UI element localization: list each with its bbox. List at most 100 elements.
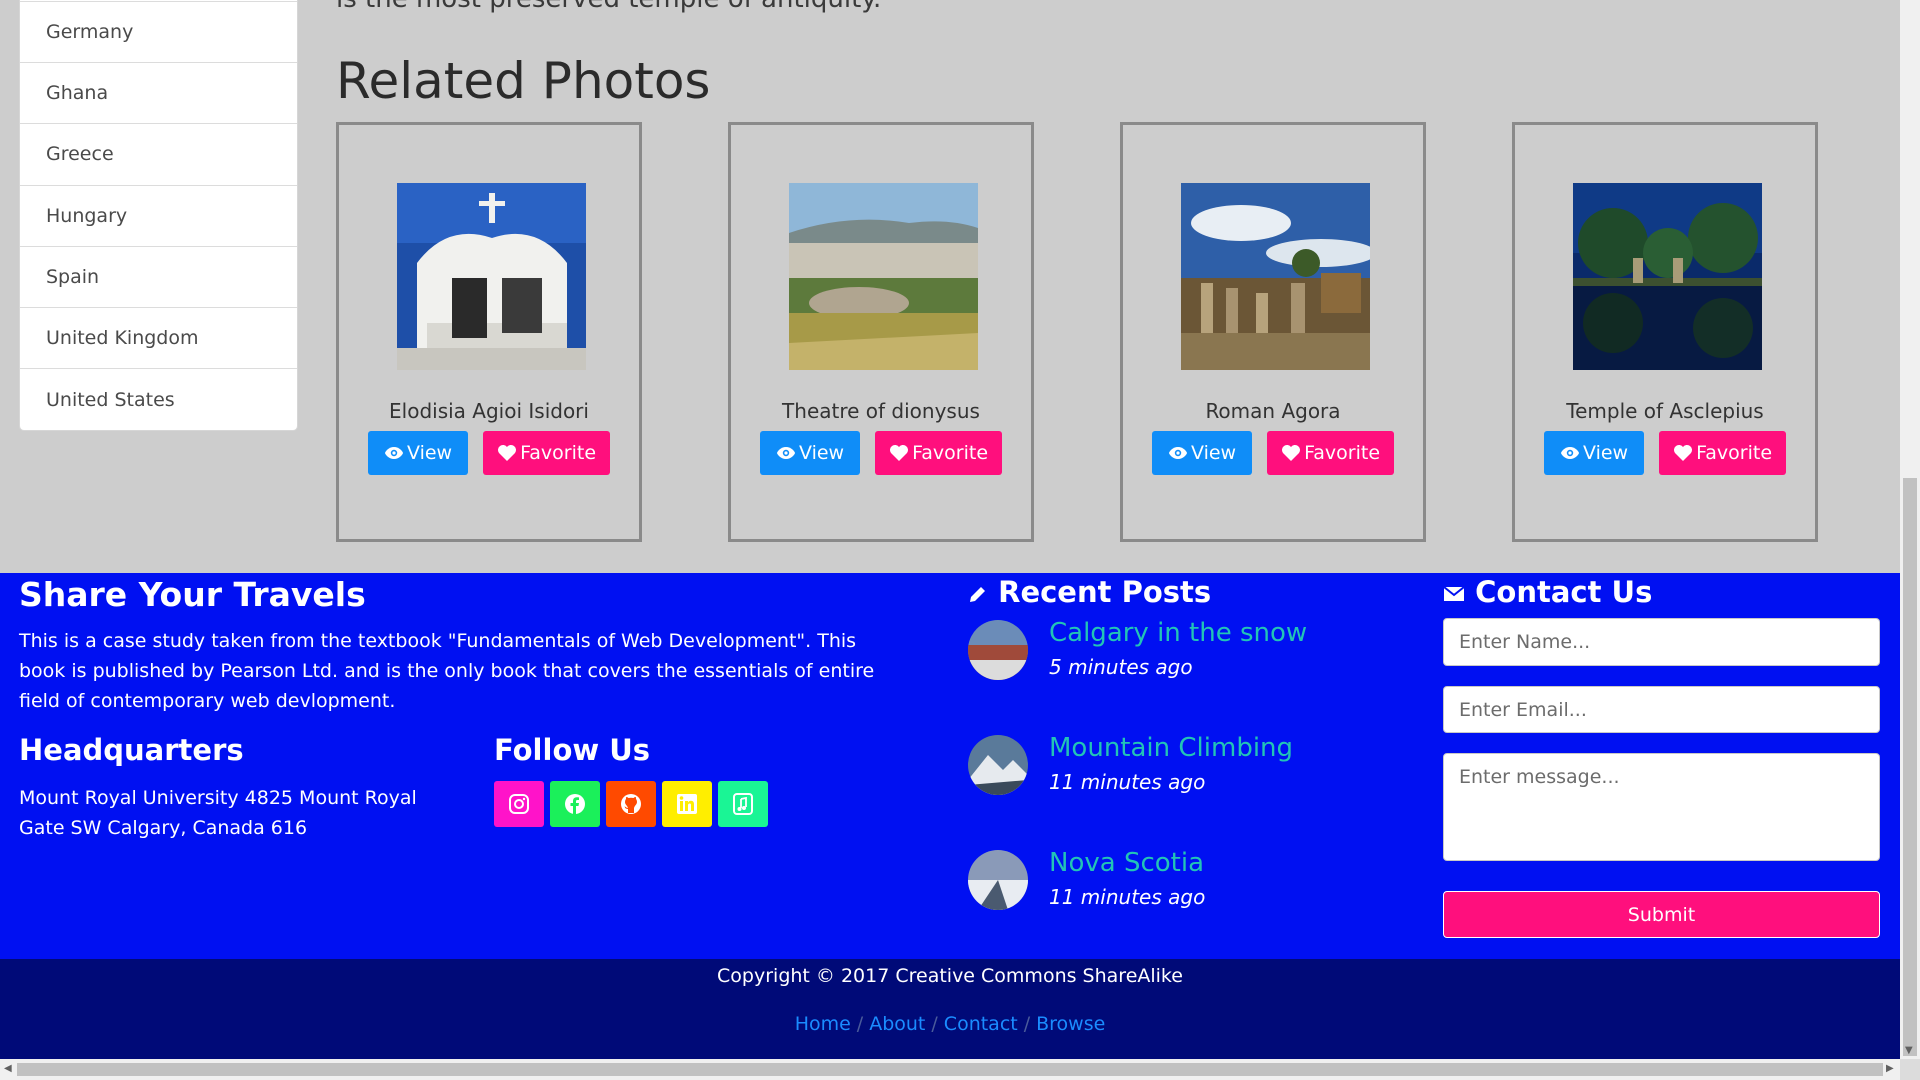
- scroll-down-icon[interactable]: ▼: [1905, 1045, 1913, 1056]
- photo-thumbnail[interactable]: [397, 183, 586, 370]
- footer: Share Your Travels This is a case study …: [0, 573, 1900, 959]
- headquarters-title: Headquarters: [19, 733, 244, 767]
- country-item-hungary[interactable]: Hungary: [20, 184, 297, 246]
- message-field[interactable]: Enter message...: [1443, 753, 1880, 861]
- eye-icon: [1168, 447, 1187, 459]
- recent-posts-title: Recent Posts: [998, 575, 1212, 609]
- post-thumbnail: [968, 850, 1028, 910]
- intro-text: is the most preserved temple of antiquit…: [336, 0, 881, 14]
- nav-separator: /: [856, 1013, 864, 1035]
- photo-thumbnail[interactable]: [1573, 183, 1762, 370]
- photo-title: Temple of Asclepius: [1566, 399, 1764, 423]
- country-item-germany[interactable]: Germany: [20, 1, 297, 62]
- email-placeholder: Enter Email...: [1459, 698, 1587, 721]
- photo-card: Temple of Asclepius View Favorite: [1512, 122, 1818, 542]
- email-field[interactable]: Enter Email...: [1443, 686, 1880, 733]
- view-label: View: [798, 442, 845, 464]
- recent-post: Calgary in the snow 5 minutes ago: [968, 618, 1408, 690]
- country-list: Germany Ghana Greece Hungary Spain Unite…: [19, 0, 298, 431]
- linkedin-icon[interactable]: [662, 781, 712, 827]
- view-label: View: [1190, 442, 1237, 464]
- name-placeholder: Enter Name...: [1459, 631, 1591, 653]
- facebook-icon[interactable]: [550, 781, 600, 827]
- view-label: View: [1582, 442, 1629, 464]
- footer-link-browse[interactable]: Browse: [1036, 1013, 1105, 1035]
- recent-post: Nova Scotia 11 minutes ago: [968, 848, 1408, 920]
- favorite-button[interactable]: Favorite: [1267, 431, 1395, 475]
- footer-link-home[interactable]: Home: [795, 1013, 851, 1035]
- related-photos-title: Related Photos: [336, 52, 711, 110]
- photo-card: Elodisia Agioi Isidori View Favorite: [336, 122, 642, 542]
- heart-icon: [1674, 445, 1693, 461]
- footer-nav: Home / About / Contact / Browse: [0, 1013, 1900, 1035]
- nav-separator: /: [931, 1013, 938, 1035]
- photo-thumbnail[interactable]: [789, 183, 978, 370]
- view-button[interactable]: View: [1151, 431, 1253, 475]
- message-placeholder: Enter message...: [1459, 766, 1620, 788]
- country-item-greece[interactable]: Greece: [20, 123, 297, 184]
- footer-link-about[interactable]: About: [869, 1013, 925, 1035]
- share-text: This is a case study taken from the text…: [19, 630, 875, 712]
- favorite-label: Favorite: [520, 442, 597, 464]
- favorite-button[interactable]: Favorite: [875, 431, 1003, 475]
- share-title: Share Your Travels: [19, 575, 366, 614]
- favorite-label: Favorite: [912, 442, 989, 464]
- vertical-scrollbar[interactable]: ▼: [1900, 0, 1920, 1059]
- music-icon[interactable]: [718, 781, 768, 827]
- heart-icon: [1282, 445, 1301, 461]
- photo-title: Theatre of dionysus: [782, 399, 980, 423]
- nav-separator: /: [1023, 1013, 1031, 1035]
- follow-title: Follow Us: [494, 733, 651, 767]
- social-links: [494, 781, 768, 827]
- photo-title: Elodisia Agioi Isidori: [389, 399, 589, 423]
- country-item-ghana[interactable]: Ghana: [20, 62, 297, 123]
- eye-icon: [1560, 447, 1579, 459]
- vertical-scroll-thumb[interactable]: [1903, 478, 1917, 1056]
- view-button[interactable]: View: [367, 431, 469, 475]
- post-thumbnail: [968, 620, 1028, 680]
- post-title-link[interactable]: Mountain Climbing: [1049, 733, 1293, 763]
- footer-bottom: Copyright © 2017 Creative Commons ShareA…: [0, 959, 1900, 1059]
- view-button[interactable]: View: [1543, 431, 1645, 475]
- copyright: Copyright © 2017 Creative Commons ShareA…: [717, 965, 1183, 987]
- photo-card: Roman Agora View Favorite: [1120, 122, 1426, 542]
- viewport: Germany Ghana Greece Hungary Spain Unite…: [0, 0, 1900, 1059]
- heart-icon: [498, 445, 517, 461]
- post-time: 11 minutes ago: [1049, 770, 1206, 794]
- envelope-icon: [1443, 586, 1465, 601]
- scroll-right-icon[interactable]: ▶: [1886, 1063, 1894, 1074]
- instagram-icon[interactable]: [494, 781, 544, 827]
- photo-card: Theatre of dionysus View Favorite: [728, 122, 1034, 542]
- name-field[interactable]: Enter Name...: [1443, 618, 1880, 666]
- favorite-label: Favorite: [1696, 442, 1773, 464]
- view-button[interactable]: View: [759, 431, 861, 475]
- horizontal-scrollbar[interactable]: ◀ ▶: [0, 1059, 1900, 1080]
- favorite-button[interactable]: Favorite: [1659, 431, 1787, 475]
- main-content: Germany Ghana Greece Hungary Spain Unite…: [0, 0, 1900, 573]
- favorite-label: Favorite: [1304, 442, 1381, 464]
- horizontal-scroll-thumb[interactable]: [17, 1063, 1883, 1076]
- eye-icon: [776, 447, 795, 459]
- headquarters-text: Mount Royal University 4825 Mount Royal …: [19, 787, 417, 839]
- recent-post: Mountain Climbing 11 minutes ago: [968, 733, 1408, 805]
- contact-heading: Contact Us: [1443, 575, 1652, 609]
- contact-title: Contact Us: [1475, 575, 1653, 609]
- country-item-united-states[interactable]: United States: [20, 368, 297, 429]
- github-icon[interactable]: [606, 781, 656, 827]
- eye-icon: [384, 447, 403, 459]
- photo-thumbnail[interactable]: [1181, 183, 1370, 370]
- photo-title: Roman Agora: [1205, 399, 1341, 423]
- post-time: 11 minutes ago: [1049, 885, 1206, 909]
- post-title-link[interactable]: Nova Scotia: [1049, 848, 1204, 878]
- post-title-link[interactable]: Calgary in the snow: [1049, 618, 1307, 648]
- recent-posts-heading: Recent Posts: [968, 575, 1211, 609]
- country-item-spain[interactable]: Spain: [20, 245, 297, 307]
- scroll-left-icon[interactable]: ◀: [4, 1063, 12, 1074]
- footer-link-contact[interactable]: Contact: [944, 1013, 1018, 1035]
- heart-icon: [890, 445, 909, 461]
- submit-button[interactable]: Submit: [1443, 891, 1880, 938]
- post-time: 5 minutes ago: [1049, 655, 1193, 679]
- country-item-united-kingdom[interactable]: United Kingdom: [20, 307, 297, 368]
- favorite-button[interactable]: Favorite: [483, 431, 611, 475]
- view-label: View: [406, 442, 453, 464]
